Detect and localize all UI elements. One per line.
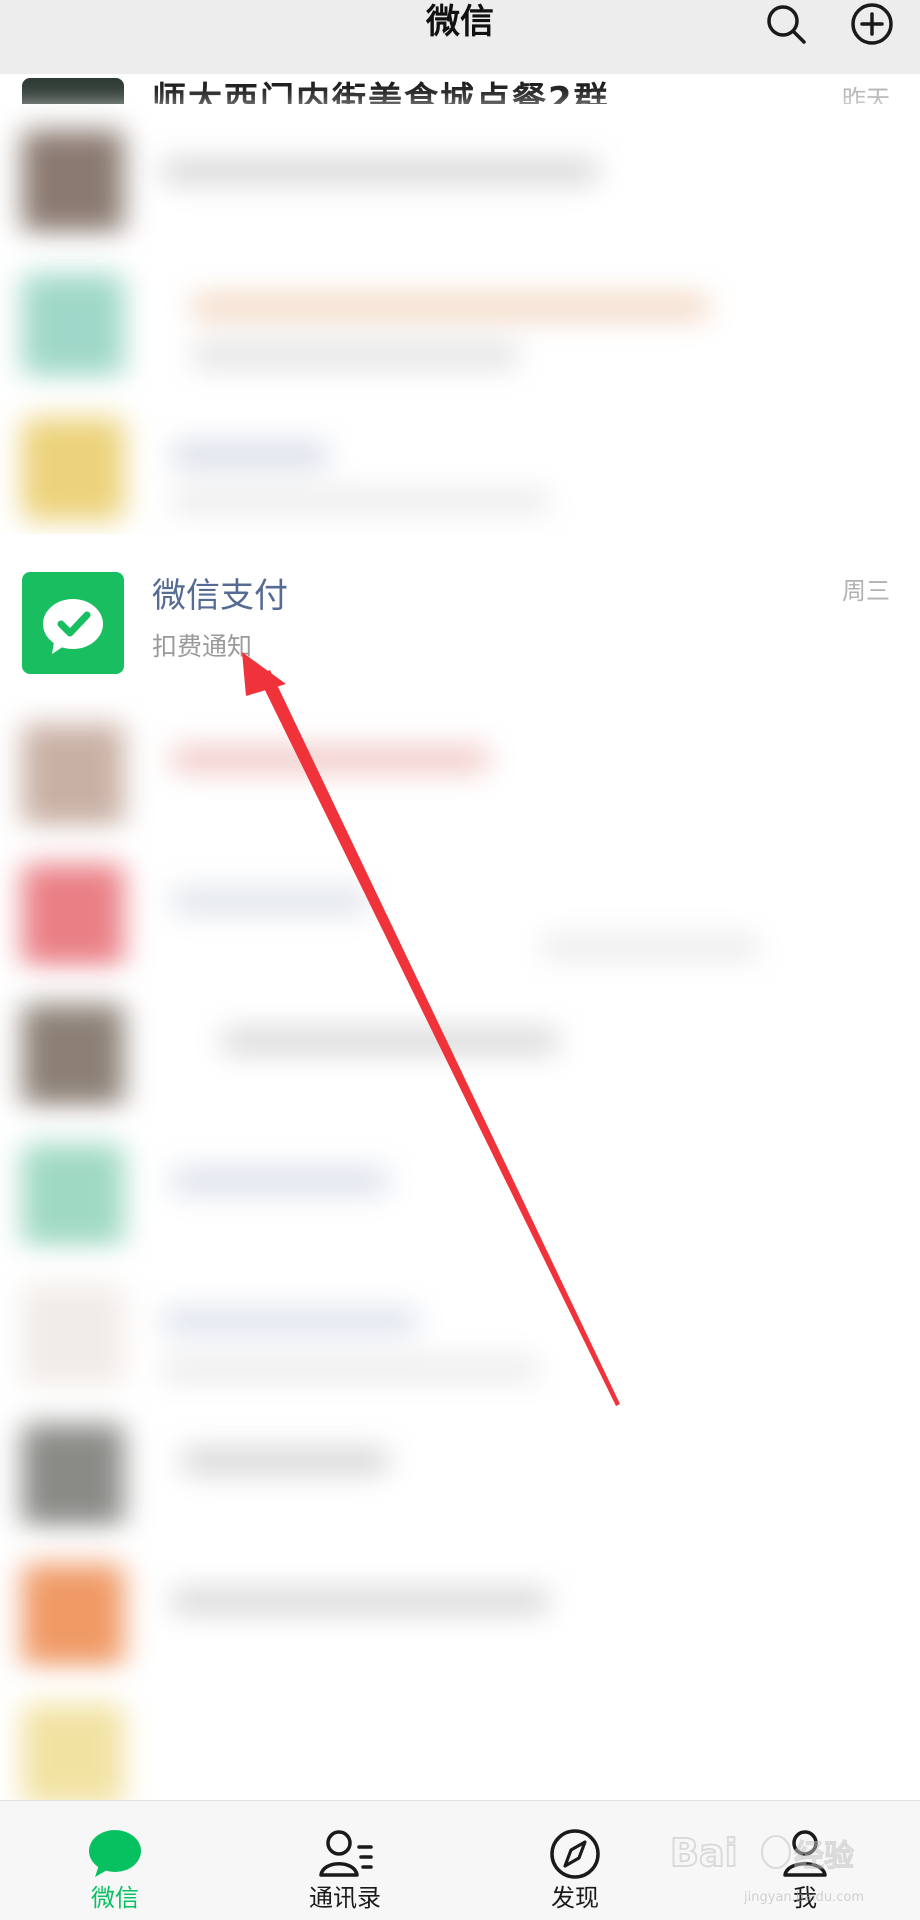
- avatar: [22, 724, 124, 826]
- blurred-text: [160, 1356, 540, 1382]
- chat-preview: 扣费通知: [152, 632, 253, 661]
- wechat-screen: 微信 师大西门内街美食城点餐2群 昨天 微信支付 扣费通知 周三 微信 通讯录 …: [0, 0, 920, 1920]
- chat-item-blurred[interactable]: [0, 1264, 920, 1409]
- chat-name: 微信支付: [152, 576, 288, 616]
- avatar: [22, 1424, 124, 1526]
- chat-item-blurred[interactable]: [0, 1124, 920, 1269]
- watermark: Bai 经验 jingyan.baidu.com: [664, 1818, 864, 1908]
- chat-item-wechat-pay[interactable]: 微信支付 扣费通知 周三: [0, 534, 920, 704]
- chat-item-blurred[interactable]: [0, 110, 920, 255]
- tab-label: 发现: [551, 1884, 599, 1912]
- tab-chats[interactable]: 微信: [0, 1801, 230, 1920]
- chat-item-blurred[interactable]: [0, 984, 920, 1129]
- svg-text:Bai: Bai: [670, 1831, 738, 1875]
- wechat-pay-logo-icon: [43, 599, 103, 654]
- blurred-text: [160, 1308, 420, 1334]
- svg-text:经验: 经验: [794, 1839, 854, 1874]
- blurred-text: [190, 342, 520, 368]
- blurred-text: [170, 1168, 390, 1194]
- baidu-logo-icon: Bai 经验: [669, 1830, 855, 1876]
- avatar: [22, 1004, 124, 1106]
- avatar: [22, 418, 124, 520]
- chat-item-blurred[interactable]: [0, 1684, 920, 1800]
- chat-item-group[interactable]: 师大西门内街美食城点餐2群 昨天: [0, 74, 920, 104]
- blurred-text: [180, 1448, 390, 1474]
- blurred-text: [170, 442, 330, 468]
- chat-list: 师大西门内街美食城点餐2群 昨天 微信支付 扣费通知 周三: [0, 74, 920, 1800]
- chat-item-blurred[interactable]: [0, 844, 920, 989]
- avatar: [22, 274, 124, 376]
- plus-circle-icon[interactable]: [850, 2, 894, 46]
- chat-item-blurred[interactable]: [0, 254, 920, 399]
- group-avatar: [22, 78, 124, 104]
- chat-item-blurred[interactable]: [0, 1544, 920, 1689]
- watermark-url: jingyan.baidu.com: [744, 1890, 864, 1905]
- tab-label: 微信: [91, 1884, 139, 1912]
- avatar: [22, 1144, 124, 1246]
- contacts-icon: [319, 1830, 373, 1877]
- chat-time: 昨天: [842, 85, 890, 104]
- chat-bubble-icon: [89, 1830, 141, 1877]
- blurred-text: [540, 934, 760, 960]
- search-icon[interactable]: [764, 2, 808, 46]
- blurred-text: [170, 888, 370, 914]
- blurred-text: [220, 1028, 560, 1054]
- chat-item-blurred[interactable]: [0, 398, 920, 543]
- chat-time: 周三: [842, 577, 890, 605]
- chat-item-blurred[interactable]: [0, 1404, 920, 1549]
- avatar: [22, 864, 124, 966]
- blurred-text: [170, 488, 550, 514]
- avatar: [22, 1564, 124, 1666]
- avatar: [22, 130, 124, 232]
- top-bar: 微信: [0, 0, 920, 74]
- blurred-text: [170, 746, 490, 772]
- blurred-text: [160, 158, 600, 184]
- tab-label: 通讯录: [309, 1884, 381, 1912]
- chat-name: 师大西门内街美食城点餐2群: [152, 80, 610, 104]
- compass-icon: [550, 1829, 600, 1879]
- avatar: [22, 1284, 124, 1386]
- tab-contacts[interactable]: 通讯录: [230, 1801, 460, 1920]
- avatar: [22, 1704, 124, 1800]
- blurred-text: [190, 294, 710, 320]
- blurred-text: [170, 1588, 550, 1614]
- wechat-pay-avatar: [22, 572, 124, 674]
- tab-discover[interactable]: 发现: [460, 1801, 690, 1920]
- chat-item-blurred[interactable]: [0, 704, 920, 849]
